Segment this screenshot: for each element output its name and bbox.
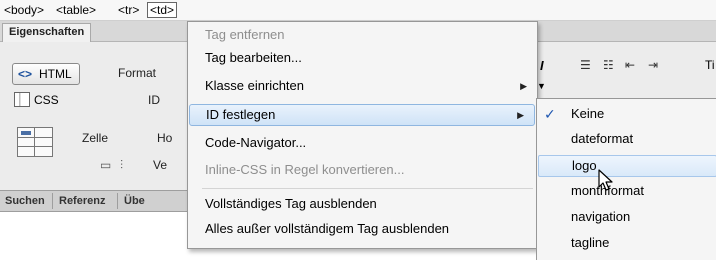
html-button-label: HTML xyxy=(39,67,72,81)
horizontal-label: Ho xyxy=(157,131,173,145)
code-brackets-icon: <> xyxy=(18,67,33,81)
chevron-right-icon: ▶ xyxy=(520,81,527,91)
menu-item-set-class-label: Klasse einrichten xyxy=(205,78,304,93)
css-layout-icon xyxy=(14,92,30,107)
tag-td[interactable]: <td> xyxy=(147,2,178,18)
mouse-pointer-icon xyxy=(598,169,613,191)
menu-item-edit-tag[interactable]: Tag bearbeiten... xyxy=(188,47,537,69)
menu-item-convert-inline-css: Inline-CSS in Regel konvertieren... xyxy=(205,162,405,177)
chevron-down-icon[interactable]: ▼ xyxy=(537,81,555,95)
id-submenu: ✓ Keine dateformat logo monthformat navi… xyxy=(536,98,716,260)
id-label: ID xyxy=(148,93,160,107)
title-label: Ti xyxy=(705,58,715,72)
panel-group-tabs: Suchen Referenz Übe xyxy=(0,190,200,212)
unordered-list-icon[interactable]: ☰ xyxy=(580,58,591,72)
menu-separator xyxy=(202,188,533,189)
menu-item-remove-tag: Tag entfernen xyxy=(205,27,285,42)
vertical-label: Ve xyxy=(153,158,168,172)
table-cell-icon xyxy=(17,127,53,157)
css-button[interactable]: CSS xyxy=(12,91,82,109)
submenu-item-none-label: Keine xyxy=(571,106,605,121)
menu-item-set-id[interactable]: ID festlegen ▶ xyxy=(189,104,535,126)
menu-item-collapse-full-tag[interactable]: Vollständiges Tag ausblenden xyxy=(188,193,537,215)
css-button-label: CSS xyxy=(34,93,59,107)
submenu-item-tagline[interactable]: tagline xyxy=(537,232,716,254)
menu-item-set-id-label: ID festlegen xyxy=(206,107,276,122)
italic-icon[interactable]: I xyxy=(540,58,544,73)
tab-properties[interactable]: Eigenschaften xyxy=(2,23,92,42)
submenu-item-dateformat[interactable]: dateformat xyxy=(537,128,716,150)
submenu-item-monthformat[interactable]: monthformat xyxy=(537,180,716,202)
tag-context-menu: Tag entfernen Tag bearbeiten... Klasse e… xyxy=(187,21,538,249)
indent-icon[interactable]: ⇥ xyxy=(648,58,658,72)
outdent-icon[interactable]: ⇤ xyxy=(625,58,635,72)
tag-selector-bar: <body> <table> <tr> <td> xyxy=(0,0,716,21)
menu-item-code-navigator[interactable]: Code-Navigator... xyxy=(188,132,537,154)
split-cells-icon[interactable]: ⫶ xyxy=(120,158,123,173)
tab-reference[interactable]: Referenz xyxy=(59,195,105,207)
checkmark-icon: ✓ xyxy=(544,106,556,122)
format-label: Format xyxy=(118,66,157,80)
cell-label: Zelle xyxy=(82,131,109,145)
submenu-item-none[interactable]: ✓ Keine xyxy=(537,103,716,125)
tag-tr[interactable]: <tr> xyxy=(118,3,139,17)
tab-overflow[interactable]: Übe xyxy=(124,195,145,207)
tag-body[interactable]: <body> xyxy=(4,3,44,17)
ordered-list-icon[interactable]: ☷ xyxy=(603,58,614,72)
html-button[interactable]: <> HTML xyxy=(12,63,80,85)
menu-item-set-class[interactable]: Klasse einrichten ▶ xyxy=(188,75,537,97)
menu-item-collapse-outside-full-tag[interactable]: Alles außer vollständigem Tag ausblenden xyxy=(188,218,537,240)
merge-cells-icon[interactable]: ▭ xyxy=(100,158,111,172)
submenu-item-navigation[interactable]: navigation xyxy=(537,206,716,228)
submenu-item-logo[interactable]: logo xyxy=(538,155,716,177)
tag-table[interactable]: <table> xyxy=(56,3,96,17)
chevron-right-icon: ▶ xyxy=(517,110,524,120)
tab-search[interactable]: Suchen xyxy=(5,195,45,207)
